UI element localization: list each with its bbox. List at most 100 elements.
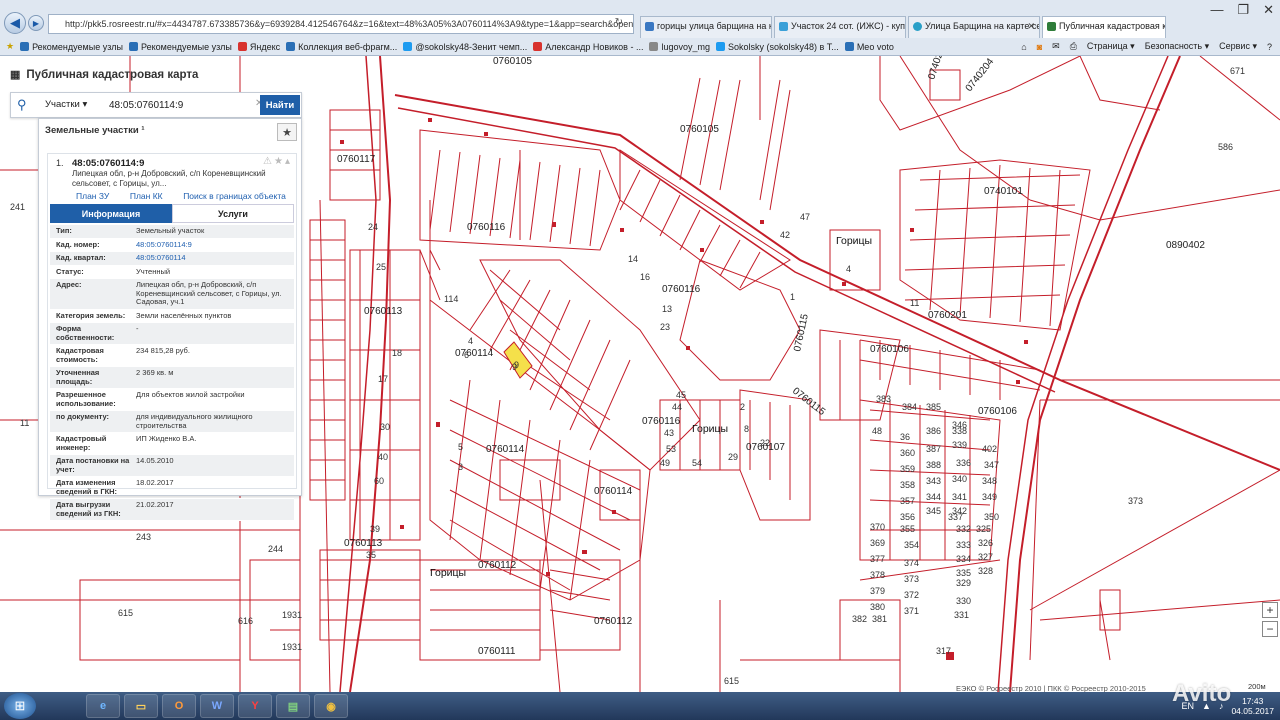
tab-gorici-search[interactable]: горицы улица барщина на ка... <box>640 16 772 38</box>
property-key: Категория земель: <box>56 310 126 320</box>
property-row: Кадастровый инженер: ИП Жиденко В.А. <box>50 433 294 455</box>
result-address: Липецкая обл, р-н Добровский, с/п Корене… <box>72 169 266 188</box>
favorite-icon <box>716 42 725 51</box>
maximize-icon[interactable]: ❐ <box>1237 2 1249 18</box>
refresh-icon[interactable]: ↻ <box>615 17 627 28</box>
property-value: Земельный участок <box>136 226 205 235</box>
property-value: Учтенный <box>136 266 171 276</box>
search-icon[interactable]: ⚲ <box>17 97 27 113</box>
property-key: Кадастровый инженер: <box>56 434 107 452</box>
favorite-star-icon[interactable]: ★ <box>277 123 297 141</box>
tab-information[interactable]: Информация <box>50 204 172 223</box>
result-actions-icon[interactable]: ⚠★▴ <box>263 156 292 167</box>
property-row: Кадастровая стоимость: 234 815,28 руб. <box>50 345 294 367</box>
property-value: ИП Жиденко В.А. <box>136 434 197 443</box>
help-icon[interactable]: ? <box>1267 42 1272 52</box>
taskbar-word-icon[interactable]: W <box>200 694 234 718</box>
taskbar-outlook-icon[interactable]: O <box>162 694 196 718</box>
favorite-link[interactable]: Александр Новиков - ... <box>533 42 643 52</box>
favorite-link[interactable]: lugovoy_mg <box>649 42 710 52</box>
taskbar-chrome-icon[interactable]: ◉ <box>314 694 348 718</box>
property-row: Дата выгрузки сведений из ГКН: 21.02.2017 <box>50 499 294 521</box>
search-type-select[interactable]: Участки ▾ <box>45 99 87 110</box>
clock[interactable]: 17:43 04.05.2017 <box>1231 696 1274 716</box>
property-key: Разрешенное использование: <box>56 390 116 408</box>
find-button[interactable]: Найти <box>260 95 300 115</box>
menu-page[interactable]: Страница ▾ <box>1087 41 1135 52</box>
clock-time: 17:43 <box>1242 696 1264 706</box>
tab-favicon-icon <box>1047 22 1056 31</box>
property-key: Кад. номер: <box>56 239 100 249</box>
favorite-label: @sokolsky48-Зенит чемп... <box>415 41 528 52</box>
app-title-text: Публичная кадастровая карта <box>26 68 199 81</box>
property-value: 21.02.2017 <box>136 500 174 509</box>
rss-icon[interactable]: ◙ <box>1037 42 1042 52</box>
search-panel: ⚲ Участки ▾ ✕ Найти <box>10 92 302 118</box>
windows-start-icon[interactable]: ⊞ <box>4 693 36 719</box>
favorite-link[interactable]: Meo voto <box>844 42 894 52</box>
tab-favicon-icon <box>779 22 788 31</box>
zoom-controls: + − <box>1262 602 1278 637</box>
favorite-link[interactable]: Яндекс <box>237 42 280 52</box>
favorite-link[interactable]: Рекомендуемые узлы <box>128 41 232 52</box>
result-card: 1. 48:05:0760114:9 ⚠★▴ Липецкая обл, р-н… <box>47 153 297 521</box>
property-value: 14.05.2010 <box>136 456 174 465</box>
taskbar-yandex-icon[interactable]: Y <box>238 694 272 718</box>
property-key: Тип: <box>56 226 72 235</box>
grid-icon: ▦ <box>10 69 21 81</box>
property-row: Дата изменения сведений в ГКН: 18.02.2017 <box>50 477 294 499</box>
property-key: по документу: <box>56 412 110 421</box>
result-index: 1. <box>56 158 64 168</box>
favorite-label: Рекомендуемые узлы <box>140 41 232 52</box>
mail-icon[interactable]: ✉ <box>1052 41 1060 52</box>
taskbar: ⊞ e ▭ O W Y ▤ ◉ EN ▲ ♪ 17:43 04.05.2017 <box>0 692 1280 720</box>
plus-icon[interactable]: + <box>1262 602 1278 618</box>
favorite-link[interactable]: Рекомендуемые узлы <box>20 42 123 52</box>
menu-security[interactable]: Безопасность ▾ <box>1145 41 1209 52</box>
favorite-link[interactable]: @sokolsky48-Зенит чемп... <box>403 42 527 52</box>
property-row: по документу: для индивидуального жилищно… <box>50 411 294 433</box>
property-value: Для объектов жилой застройки <box>136 390 245 399</box>
property-table: Тип: Земельный участок Кад. номер: 48:05:07… <box>50 225 294 521</box>
tab-street-map[interactable]: Улица Барщина на карте сел...✕ <box>908 16 1040 38</box>
tab-cadastral-map[interactable]: Публичная кадастровая карта <box>1042 16 1166 38</box>
print-icon[interactable]: ⎙ <box>1070 41 1077 52</box>
favorites-bar: ★ Рекомендуемые узлы Рекомендуемые узлы … <box>0 38 1280 55</box>
results-panel: Земельные участки ¹ ★ 1. 48:05:0760114:9… <box>38 118 302 521</box>
property-value[interactable]: 48:05:0760114:9 <box>130 240 290 250</box>
close-window-icon[interactable]: ✕ <box>1263 2 1274 18</box>
favorite-icon <box>286 42 296 51</box>
tab-avito-listing[interactable]: Участок 24 сот. (ИЖС) - купи... <box>774 16 906 38</box>
favorite-label: Рекомендуемые узлы <box>32 41 123 52</box>
minimize-icon[interactable]: — <box>1210 2 1223 18</box>
favorites-star-icon[interactable]: ★ <box>6 41 14 52</box>
window-controls: — ❐ ✕ <box>1210 2 1274 18</box>
search-input[interactable] <box>105 96 263 115</box>
taskbar-app-icon[interactable]: ▤ <box>276 694 310 718</box>
property-value: Земли населённых пунктов <box>136 310 232 320</box>
property-row: Уточненная площадь: 2 369 кв. м <box>50 367 294 389</box>
menu-tools[interactable]: Сервис ▾ <box>1219 41 1257 52</box>
address-bar[interactable]: http://pkk5.rosreestr.ru/#x=4434787.6733… <box>48 14 634 34</box>
property-key: Уточненная площадь: <box>56 368 100 386</box>
favorite-label: Sokolsky (sokolsky48) в Т... <box>728 41 839 52</box>
home-icon[interactable]: ⌂ <box>1021 42 1026 52</box>
property-value: - <box>136 324 139 333</box>
taskbar-explorer-icon[interactable]: ▭ <box>124 694 158 718</box>
favorite-link[interactable]: Коллекция веб-фрагм... <box>286 42 397 52</box>
favorite-link[interactable]: Sokolsky (sokolsky48) в Т... <box>716 42 839 52</box>
favorite-icon <box>20 42 30 51</box>
close-tab-icon[interactable]: ✕ <box>1027 21 1035 32</box>
property-value[interactable]: 48:05:0760114 <box>130 253 290 263</box>
property-key: Адрес: <box>56 280 82 289</box>
result-cad-number[interactable]: 48:05:0760114:9 <box>72 158 144 169</box>
property-row: Категория земель: Земли населённых пункто… <box>50 310 294 323</box>
property-value: для индивидуального жилищного строительс… <box>136 412 253 430</box>
taskbar-ie-icon[interactable]: e <box>86 694 120 718</box>
minus-icon[interactable]: − <box>1262 621 1278 637</box>
back-arrow-icon[interactable]: ◀ <box>4 12 26 34</box>
browser-chrome: ◀ ▶ http://pkk5.rosreestr.ru/#x=4434787.… <box>0 0 1280 56</box>
property-row: Кад. квартал: 48:05:0760114 <box>50 252 294 266</box>
forward-arrow-icon[interactable]: ▶ <box>28 15 44 31</box>
tab-services[interactable]: Услуги <box>172 204 294 223</box>
